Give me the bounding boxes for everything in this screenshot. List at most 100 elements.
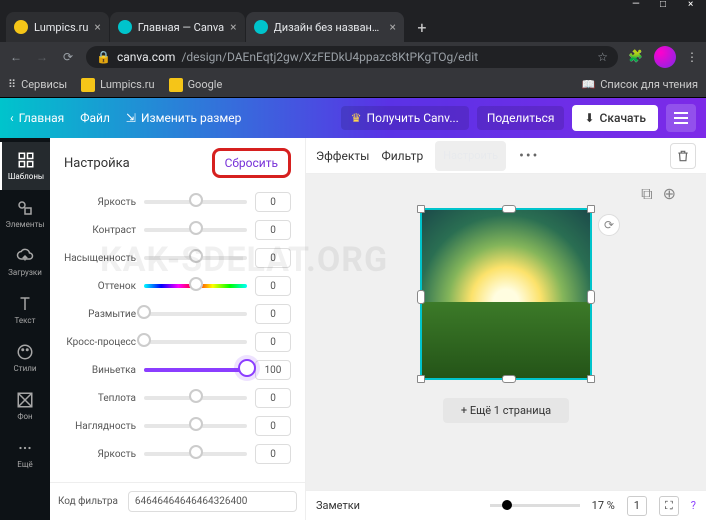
resize-handle[interactable] <box>587 375 595 383</box>
profile-avatar[interactable] <box>654 46 676 68</box>
slider-track[interactable] <box>144 340 247 344</box>
help-button[interactable]: ? <box>691 499 696 512</box>
slider-track[interactable] <box>144 200 247 204</box>
text-icon <box>16 295 34 313</box>
slider-value[interactable]: 100 <box>255 360 291 380</box>
slider-knob[interactable] <box>238 359 256 377</box>
window-maximize[interactable]: □ <box>660 0 670 9</box>
slider-value[interactable]: 0 <box>255 304 291 324</box>
duplicate-page-icon[interactable]: ⧉ <box>641 184 652 204</box>
rail-templates[interactable]: Шаблоны <box>0 142 50 190</box>
slider-track[interactable] <box>144 312 247 316</box>
more-options-button[interactable]: ••• <box>519 148 539 164</box>
slider-track[interactable] <box>144 368 247 372</box>
bottom-bar: Заметки 17 % 1 ⛶ ? <box>306 490 706 520</box>
close-icon[interactable]: × <box>230 20 236 34</box>
home-button[interactable]: ‹ Главная <box>10 111 64 125</box>
resize-handle[interactable] <box>502 205 516 213</box>
slider-track[interactable] <box>144 228 247 232</box>
slider-knob[interactable] <box>137 305 151 319</box>
slider-value[interactable]: 0 <box>255 388 291 408</box>
slider-track[interactable] <box>144 284 247 288</box>
fullscreen-button[interactable]: ⛶ <box>659 496 679 516</box>
slider-track[interactable] <box>144 256 247 260</box>
side-rail: Шаблоны Элементы Загрузки Текст Стили Фо… <box>0 138 50 520</box>
resize-button[interactable]: ⇲Изменить размер <box>126 111 241 125</box>
slider-value[interactable]: 0 <box>255 444 291 464</box>
extension-icon[interactable]: 🧩 <box>628 49 644 65</box>
url-input[interactable]: 🔒 canva.com/design/DAEnEqtj2gw/XzFEDkU4p… <box>86 46 618 68</box>
get-canva-button[interactable]: ♛Получить Canv... <box>341 106 469 130</box>
rail-background[interactable]: Фон <box>0 382 50 430</box>
rail-text[interactable]: Текст <box>0 286 50 334</box>
resize-handle[interactable] <box>417 205 425 213</box>
star-icon[interactable]: ☆ <box>597 50 608 64</box>
slider-knob[interactable] <box>189 249 203 263</box>
download-button[interactable]: ⬇Скачать <box>572 105 658 131</box>
selected-image[interactable]: ⟳ <box>420 208 592 380</box>
slider-knob[interactable] <box>137 333 151 347</box>
window-close[interactable]: × <box>688 0 698 9</box>
rail-styles[interactable]: Стили <box>0 334 50 382</box>
slider-knob[interactable] <box>189 193 203 207</box>
rail-uploads[interactable]: Загрузки <box>0 238 50 286</box>
page-count-button[interactable]: 1 <box>627 496 647 516</box>
resize-handle[interactable] <box>587 290 595 304</box>
tab-effects[interactable]: Эффекты <box>316 149 369 163</box>
zoom-level[interactable]: 17 % <box>592 499 615 512</box>
back-button[interactable]: ← <box>8 50 24 64</box>
browser-tab[interactable]: Lumpics.ru × <box>6 12 109 42</box>
more-menu-button[interactable] <box>666 104 696 132</box>
slider-value[interactable]: 0 <box>255 416 291 436</box>
add-page-icon[interactable]: ⊕ <box>663 184 676 204</box>
slider-track[interactable] <box>144 424 247 428</box>
slider-knob[interactable] <box>189 277 203 291</box>
add-page-pill[interactable]: + Ещё 1 страница <box>443 398 569 423</box>
close-icon[interactable]: × <box>390 20 396 34</box>
slider-knob[interactable] <box>189 389 203 403</box>
slider-knob[interactable] <box>189 221 203 235</box>
reading-list-button[interactable]: 📖Список для чтения <box>582 78 698 91</box>
slider-track[interactable] <box>144 396 247 400</box>
zoom-slider[interactable] <box>490 504 580 507</box>
slider-knob[interactable] <box>189 417 203 431</box>
notes-button[interactable]: Заметки <box>316 499 360 512</box>
browser-tab[interactable]: Главная — Canva × <box>110 12 245 42</box>
resize-handle[interactable] <box>417 375 425 383</box>
window-minimize[interactable]: — <box>632 0 642 9</box>
slider-value[interactable]: 0 <box>255 332 291 352</box>
trash-icon <box>676 149 690 163</box>
reload-button[interactable]: ⟳ <box>60 50 76 64</box>
close-icon[interactable]: × <box>94 20 100 34</box>
tab-adjust[interactable]: Настроить <box>435 141 506 171</box>
resize-handle[interactable] <box>417 290 425 304</box>
slider-value[interactable]: 0 <box>255 276 291 296</box>
menu-icon[interactable]: ⋮ <box>686 50 698 64</box>
canvas-area[interactable]: ⧉ ⊕ ⟳ + Ещё 1 страница <box>306 174 706 490</box>
slider-label: Яркость <box>50 449 136 460</box>
new-tab-button[interactable]: + <box>409 14 435 40</box>
rail-more[interactable]: Ещё <box>0 430 50 478</box>
file-menu[interactable]: Файл <box>80 111 110 125</box>
browser-address-bar: ← → ⟳ 🔒 canva.com/design/DAEnEqtj2gw/XzF… <box>0 42 706 72</box>
slider-track[interactable] <box>144 452 247 456</box>
slider-value[interactable]: 0 <box>255 220 291 240</box>
filter-code-input[interactable]: 64646464646464326400 <box>128 491 297 512</box>
bookmark-google[interactable]: Google <box>169 78 223 92</box>
reset-button[interactable]: Сбросить <box>212 148 291 178</box>
rotate-handle[interactable]: ⟳ <box>598 214 620 236</box>
slider-knob[interactable] <box>189 445 203 459</box>
forward-button[interactable]: → <box>34 50 50 64</box>
share-button[interactable]: Поделиться <box>477 106 565 130</box>
resize-handle[interactable] <box>502 375 516 383</box>
slider-value[interactable]: 0 <box>255 192 291 212</box>
slider-value[interactable]: 0 <box>255 248 291 268</box>
bookmark-lumpics[interactable]: Lumpics.ru <box>81 78 154 92</box>
bookmark-services[interactable]: ⠿Сервисы <box>8 78 67 91</box>
zoom-knob[interactable] <box>502 500 512 510</box>
delete-button[interactable] <box>670 143 696 169</box>
rail-elements[interactable]: Элементы <box>0 190 50 238</box>
tab-filter[interactable]: Фильтр <box>381 149 423 163</box>
resize-handle[interactable] <box>587 205 595 213</box>
browser-tab[interactable]: Дизайн без названия — 1481 × <box>246 12 404 42</box>
